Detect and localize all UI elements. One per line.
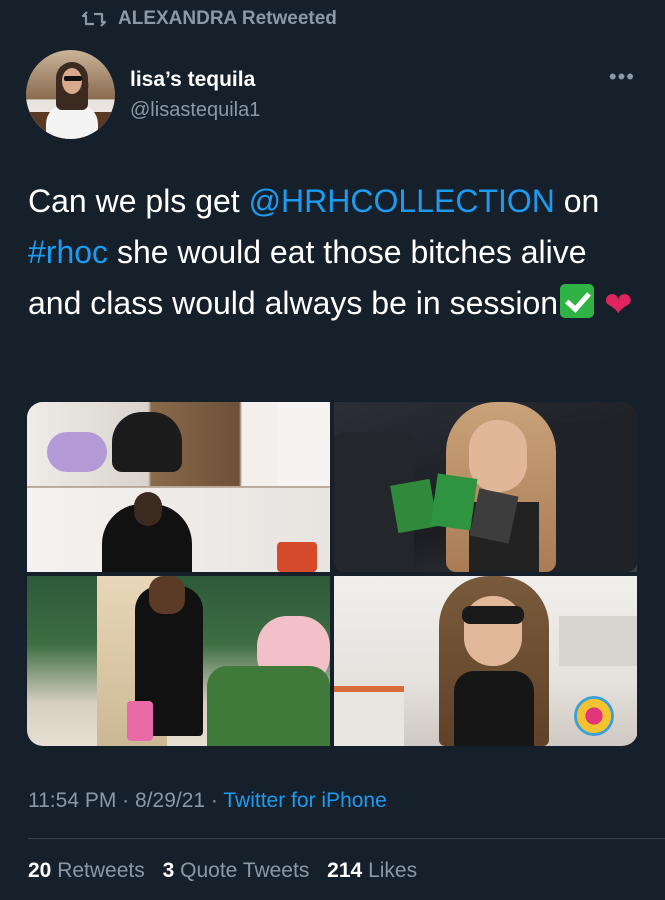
avatar[interactable] — [26, 50, 115, 139]
photo-3[interactable] — [27, 576, 330, 746]
tweet-timestamp: 11:54 PM · 8/29/21 · Twitter for iPhone — [28, 789, 387, 813]
tweet-text-part: Can we pls get — [28, 183, 249, 219]
retweets-label: Retweets — [57, 859, 145, 882]
photo-2[interactable] — [334, 402, 637, 572]
divider — [28, 838, 665, 839]
more-dots-icon[interactable]: ••• — [609, 64, 635, 90]
retweet-header-text: ALEXANDRA Retweeted — [118, 8, 337, 29]
retweet-header: ALEXANDRA Retweeted — [82, 8, 337, 30]
separator: · — [205, 789, 224, 812]
media-grid — [27, 402, 638, 746]
retweets-stat[interactable]: 20 Retweets — [28, 859, 145, 882]
quote-tweets-label: Quote Tweets — [180, 859, 310, 882]
author-display-name[interactable]: lisa’s tequila — [130, 68, 255, 92]
tweet-date[interactable]: 8/29/21 — [135, 789, 205, 812]
tweet-source-link[interactable]: Twitter for iPhone — [223, 789, 386, 812]
quote-tweets-stat[interactable]: 3 Quote Tweets — [163, 859, 310, 882]
tweet-stats: 20 Retweets 3 Quote Tweets 214 Likes — [28, 859, 429, 883]
mention-link[interactable]: @HRHCOLLECTION — [249, 183, 555, 219]
retweet-icon — [82, 11, 106, 27]
likes-label: Likes — [368, 859, 418, 882]
tweet-text: Can we pls get @HRHCOLLECTION on #rhoc s… — [28, 176, 648, 331]
check-mark-button-icon — [560, 284, 595, 318]
tweet-text-part: she would eat those bitches alive and cl… — [28, 234, 587, 321]
quote-tweets-count: 3 — [162, 859, 175, 882]
tweet-time[interactable]: 11:54 PM — [28, 789, 116, 812]
photo-1[interactable] — [27, 402, 330, 572]
red-heart-icon: ❤ — [604, 286, 633, 324]
tweet-text-part: on — [554, 183, 600, 219]
author-handle[interactable]: @lisastequila1 — [130, 99, 260, 122]
likes-stat[interactable]: 214 Likes — [327, 859, 417, 882]
likes-count: 214 — [327, 859, 363, 882]
separator: · — [116, 789, 135, 812]
retweets-count: 20 — [28, 859, 52, 882]
photo-4[interactable] — [334, 576, 637, 746]
hashtag-link[interactable]: #rhoc — [28, 234, 108, 270]
